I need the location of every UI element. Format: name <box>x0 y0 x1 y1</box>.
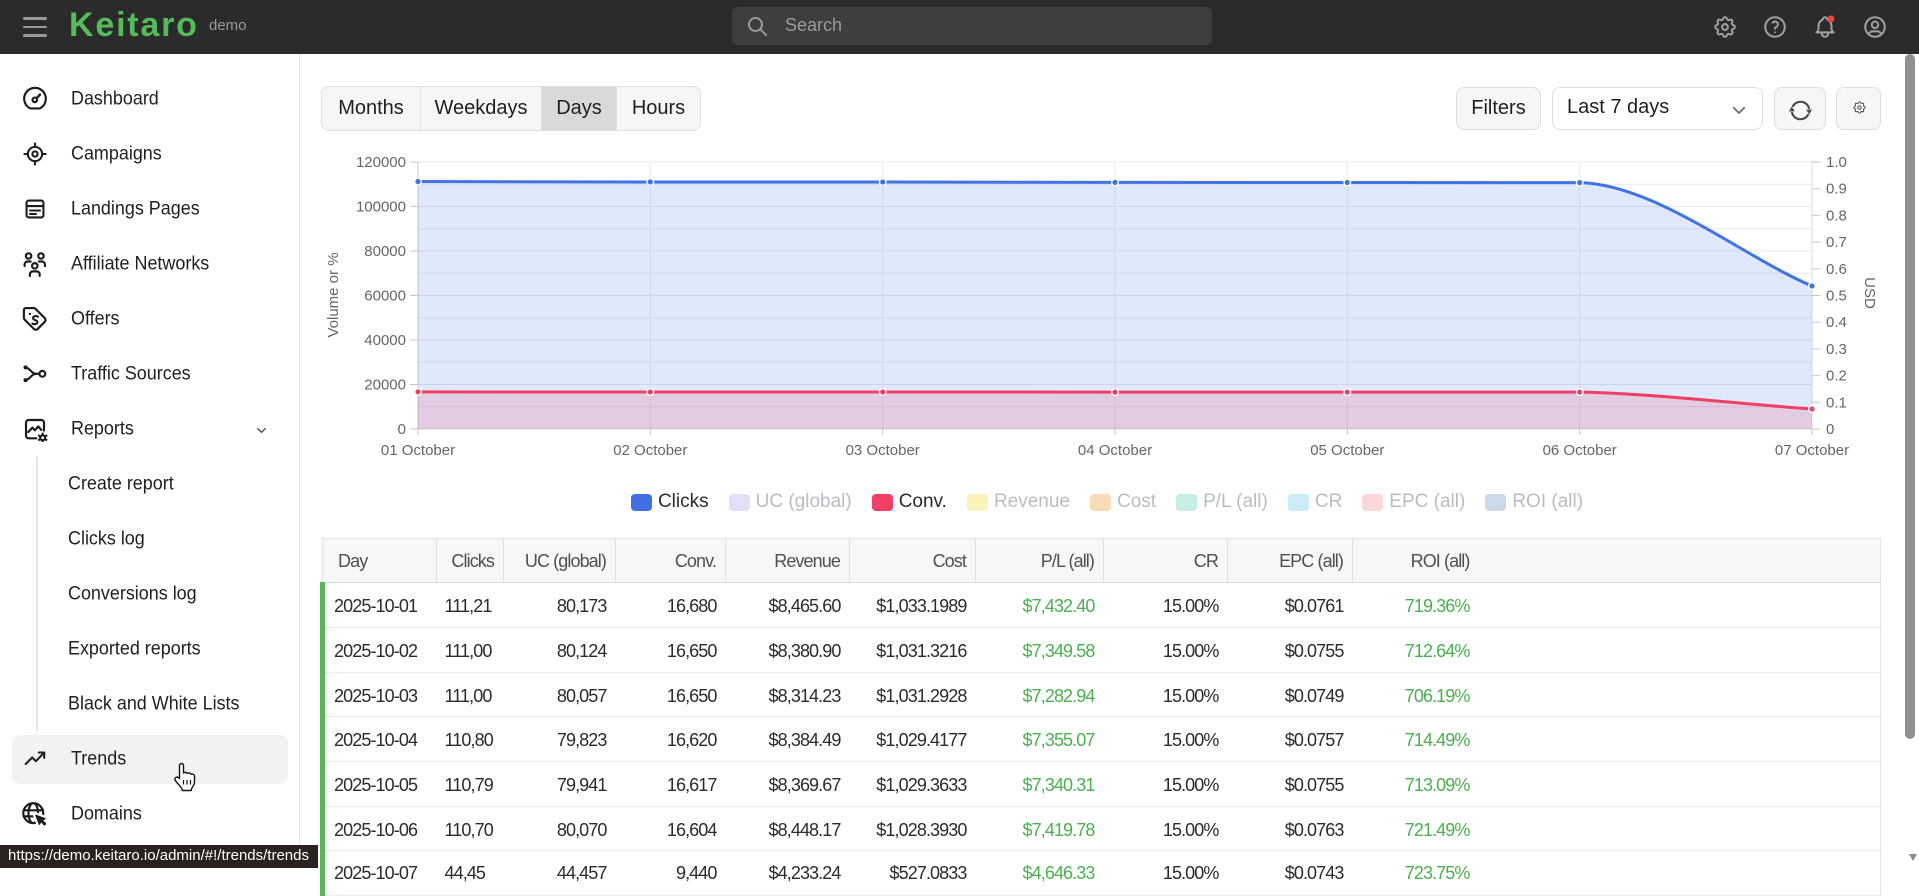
svg-text:60000: 60000 <box>364 288 406 305</box>
svg-text:0.4: 0.4 <box>1826 314 1847 331</box>
svg-text:20000: 20000 <box>364 377 406 394</box>
svg-text:0.8: 0.8 <box>1826 207 1847 224</box>
svg-text:03 October: 03 October <box>846 442 920 459</box>
svg-text:0.6: 0.6 <box>1826 261 1847 278</box>
svg-text:0.5: 0.5 <box>1826 288 1847 305</box>
svg-text:0.2: 0.2 <box>1826 368 1847 385</box>
svg-text:06 October: 06 October <box>1543 442 1617 459</box>
svg-text:100000: 100000 <box>356 199 406 216</box>
svg-text:0.1: 0.1 <box>1826 394 1847 411</box>
svg-text:0: 0 <box>398 421 406 438</box>
svg-text:Volume or %: Volume or % <box>325 252 342 337</box>
svg-text:80000: 80000 <box>364 243 406 260</box>
svg-text:04 October: 04 October <box>1078 442 1152 459</box>
svg-text:0.7: 0.7 <box>1826 234 1847 251</box>
svg-text:02 October: 02 October <box>613 442 687 459</box>
svg-text:120000: 120000 <box>356 154 406 171</box>
svg-text:0: 0 <box>1826 421 1834 438</box>
svg-text:40000: 40000 <box>364 332 406 349</box>
svg-text:05 October: 05 October <box>1310 442 1384 459</box>
svg-text:USD: USD <box>1861 277 1878 309</box>
svg-text:0.3: 0.3 <box>1826 341 1847 358</box>
svg-text:1.0: 1.0 <box>1826 154 1847 171</box>
svg-text:01 October: 01 October <box>381 442 455 459</box>
svg-text:07 October: 07 October <box>1775 442 1849 459</box>
svg-text:0.9: 0.9 <box>1826 181 1847 198</box>
